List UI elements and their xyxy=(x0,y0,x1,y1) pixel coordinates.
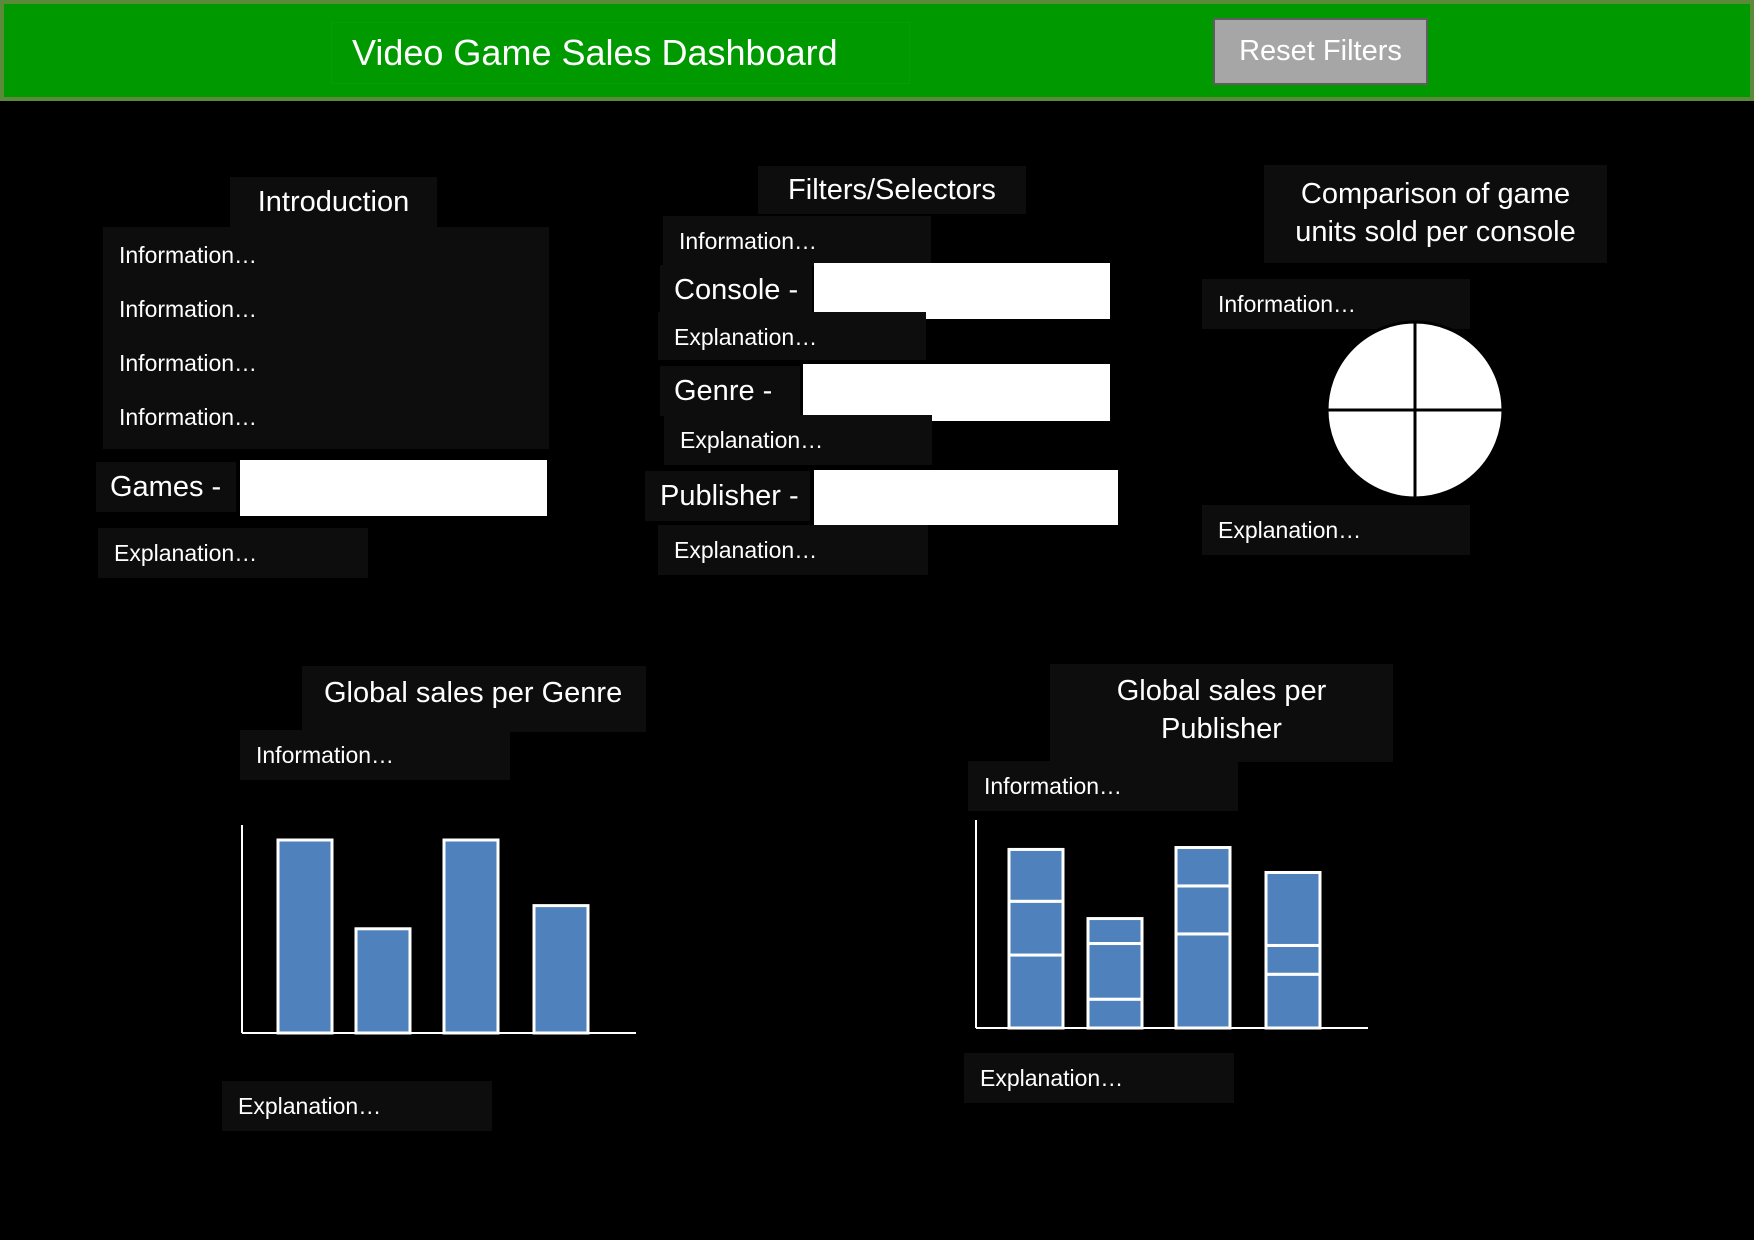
publisher-bar-segment xyxy=(1086,997,1144,1030)
pie-slice xyxy=(1325,320,1417,412)
publisher-sales-title: Global sales per Publisher xyxy=(1050,664,1393,762)
console-comparison-title-line2: units sold per console xyxy=(1295,216,1576,248)
introduction-info-1: Information… xyxy=(119,242,258,268)
introduction-info-panel: Information… Information… Information… I… xyxy=(103,227,549,449)
publisher-bar-segment xyxy=(1007,953,1065,1030)
publisher-bar-segment xyxy=(1264,972,1322,1030)
publisher-sales-title-line1: Global sales per xyxy=(1116,675,1327,707)
console-comparison-title: Comparison of game units sold per consol… xyxy=(1264,165,1607,263)
publisher-bar-segment xyxy=(1174,932,1232,1030)
genre-input[interactable] xyxy=(803,364,1110,421)
publisher-bar-segment xyxy=(1086,942,1144,1001)
console-explanation: Explanation… xyxy=(658,312,926,360)
filters-info: Information… xyxy=(663,216,931,266)
genre-label: Genre - xyxy=(660,366,800,416)
introduction-title: Introduction xyxy=(230,177,437,227)
publisher-sales-title-line2: Publisher xyxy=(1161,713,1282,745)
reset-filters-button[interactable]: Reset Filters xyxy=(1213,18,1428,85)
genre-bar xyxy=(442,838,500,1035)
console-pie-chart xyxy=(1325,320,1505,500)
publisher-stacked-bar-chart xyxy=(975,820,1368,1030)
genre-bar xyxy=(276,838,334,1035)
pie-slice xyxy=(1413,320,1505,412)
publisher-explanation: Explanation… xyxy=(658,525,928,575)
console-label: Console - xyxy=(660,265,812,315)
introduction-info-3: Information… xyxy=(119,350,258,376)
genre-sales-title: Global sales per Genre xyxy=(302,666,646,732)
games-label: Games - xyxy=(96,462,236,512)
genre-bar xyxy=(532,904,590,1035)
pie-slice xyxy=(1413,408,1505,500)
header-bar: Video Game Sales Dashboard Reset Filters xyxy=(0,0,1754,101)
publisher-bar-segment xyxy=(1086,917,1144,946)
introduction-explanation: Explanation… xyxy=(98,528,368,578)
dashboard-title: Video Game Sales Dashboard xyxy=(332,23,909,83)
console-comparison-explanation: Explanation… xyxy=(1202,505,1470,555)
console-comparison-title-line1: Comparison of game xyxy=(1300,178,1571,210)
publisher-bar-segment xyxy=(1174,884,1232,936)
publisher-bar-segment xyxy=(1174,846,1232,888)
pie-slice xyxy=(1325,408,1417,500)
publisher-input[interactable] xyxy=(814,470,1118,525)
genre-bar xyxy=(354,927,412,1035)
publisher-bar-segment xyxy=(1007,847,1065,903)
introduction-info-2: Information… xyxy=(119,296,258,322)
console-input[interactable] xyxy=(814,263,1110,319)
publisher-sales-info: Information… xyxy=(968,761,1238,811)
publisher-bar-segment xyxy=(1264,943,1322,976)
genre-bar-chart xyxy=(241,825,636,1035)
genre-sales-explanation: Explanation… xyxy=(222,1081,492,1131)
publisher-sales-explanation: Explanation… xyxy=(964,1053,1234,1103)
filters-title: Filters/Selectors xyxy=(758,166,1026,214)
publisher-bar-segment xyxy=(1007,899,1065,957)
publisher-bar-segment xyxy=(1264,870,1322,947)
publisher-label: Publisher - xyxy=(645,471,810,521)
genre-explanation: Explanation… xyxy=(664,415,932,465)
genre-sales-info: Information… xyxy=(240,730,510,780)
introduction-info-4: Information… xyxy=(119,404,258,430)
games-input[interactable] xyxy=(240,460,547,516)
